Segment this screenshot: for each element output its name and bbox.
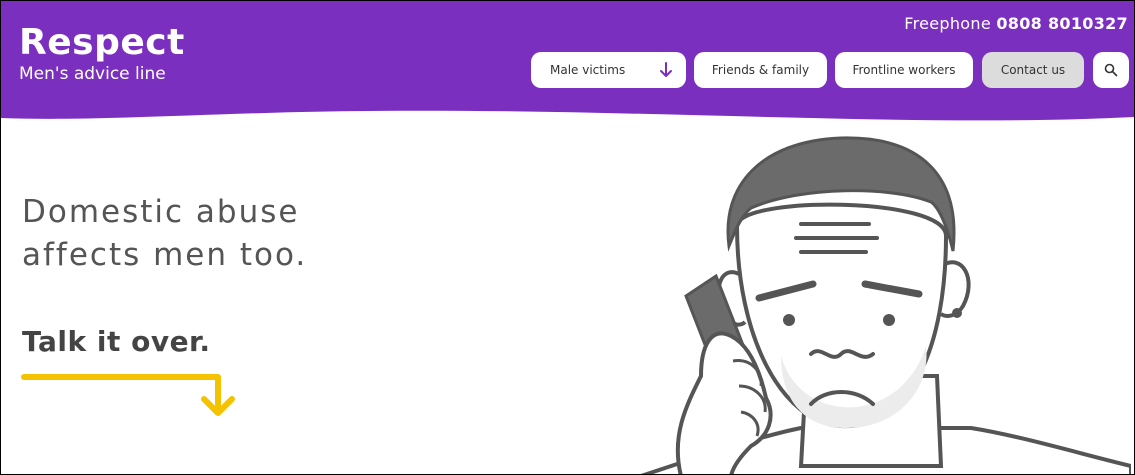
headline-line-1: Domestic abuse [22,194,300,230]
nav-label: Friends & family [711,63,810,77]
nav-label: Male victims [550,63,626,77]
hero-tagline: Talk it over. [22,325,211,358]
logo-subtitle: Men's advice line [19,64,166,84]
nav-male-victims[interactable]: Male victims [531,52,686,88]
freephone-label: Freephone [904,14,991,33]
nav-label: Contact us [1000,63,1066,77]
freephone-banner: Freephone 0808 8010327 [904,14,1128,33]
logo-title: Respect [19,22,185,63]
headline-line-2: affects men too. [22,237,308,273]
freephone-number[interactable]: 0808 8010327 [996,14,1128,33]
man-on-phone-illustration [641,136,1131,474]
search-button[interactable] [1093,52,1129,88]
hero-text: Domestic abuse affects men too. [22,191,307,277]
nav-label: Frontline workers [852,63,956,77]
site-header: Respect Men's advice line Freephone 0808… [1,1,1134,126]
hero-headline: Domestic abuse affects men too. [22,191,307,277]
search-icon [1104,63,1118,77]
arrow-down-icon [660,62,672,77]
yellow-arrow-icon [21,374,235,416]
page-frame: Respect Men's advice line Freephone 0808… [0,0,1135,475]
nav-contact-us[interactable]: Contact us [982,52,1084,88]
site-logo[interactable]: Respect Men's advice line [19,22,185,85]
nav-frontline-workers[interactable]: Frontline workers [835,52,973,88]
nav-friends-family[interactable]: Friends & family [694,52,827,88]
